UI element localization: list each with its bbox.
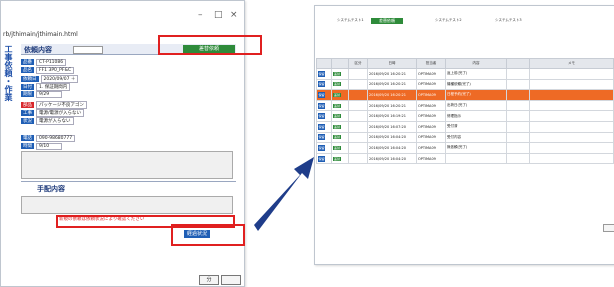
field-row: 日付 1. 保証期間内 <box>21 83 71 91</box>
progress-button[interactable]: 経過状況 <box>184 230 210 238</box>
order-section: 手配内容 <box>21 181 236 193</box>
title-bar: – □ × <box>1 1 244 29</box>
field-row: 依頼日 2020/09/07 ＋ <box>21 75 79 83</box>
table-row[interactable]: 保留 差替 2016/09/20 16:07:20 OPTIMA09 受付済 <box>316 120 614 133</box>
field-row: 品番 CT-P11086 <box>21 59 67 66</box>
field-row: 期限 9/29 <box>21 91 62 98</box>
table-row[interactable]: 保留 差替 2016/09/20 16:20:21 OPTIMA09 出荷日(完了) <box>316 99 614 112</box>
field-row: 部品 パッケージ不良アゴン <box>21 101 87 109</box>
field-row: 品名 FF1 3P0_PF&C <box>21 67 75 74</box>
table-row-selected[interactable]: 保留 差替 2016/09/20 16:20:21 OPTIMA09 日程予約(完了) <box>316 89 614 101</box>
table-row[interactable]: 保留 差替 2016/09/20 16:20:21 OPTIMA09 返上前(完了) <box>316 68 614 80</box>
close-button[interactable]: 分 <box>199 275 219 285</box>
maximize-icon[interactable]: □ <box>214 10 223 20</box>
table-row[interactable]: 保留 差替 2016/09/20 16:20:21 OPTIMA09 機種依頼(完了) <box>316 78 614 91</box>
history-table: 区分 日時 担当者 内容 メモ 保留 差替 2016/09/20 16:20:21 O… <box>316 58 614 165</box>
table-header-row: 区分 日時 担当者 内容 メモ <box>316 58 614 69</box>
field-row: 電話 090-98680777 <box>21 135 76 142</box>
search-input[interactable] <box>73 46 103 54</box>
field-row: 工事 電源/電源が入らない <box>21 109 85 117</box>
note-text: 新規の依頼は依頼状況により確認ください <box>59 217 145 222</box>
detail-window: – □ × rb/jthimain/jthimain.html 工事依頼・作業 … <box>0 0 262 287</box>
highlight-frame-status <box>158 35 262 55</box>
url-text: rb/jthimain/jthimain.html <box>3 31 78 38</box>
minimize-icon[interactable]: – <box>198 10 203 20</box>
table-row[interactable]: 保留 差替 2016/09/20 16:19:21 OPTIMA09 修理指示 <box>316 110 614 122</box>
status-badge: 差替依頼 <box>371 18 403 24</box>
field-row: 時間 9/10 <box>21 143 62 150</box>
memo-area[interactable] <box>21 151 233 179</box>
close-window-button[interactable] <box>221 275 241 285</box>
section-title: 依頼内容 <box>24 46 52 54</box>
header-info: システムテスト1 システムテスト2 システムテスト3 <box>315 8 614 48</box>
close-icon[interactable]: × <box>230 10 238 20</box>
header-field-2: システムテスト2 <box>435 18 462 22</box>
header-field-3: システムテスト3 <box>495 18 522 22</box>
arrow-icon <box>254 157 314 231</box>
history-window: システムテスト1 システムテスト2 システムテスト3 差替依頼 区分 日時 担当… <box>314 5 614 265</box>
table-row[interactable]: 保留 差替 2016/09/20 16:04:20 OPTIMA09 無依頼(完了) <box>316 142 614 154</box>
order-section-title: 手配内容 <box>37 185 65 193</box>
close-button[interactable] <box>603 224 614 232</box>
order-list[interactable] <box>21 196 233 214</box>
side-nav-label: 工事依頼・作業 <box>4 45 13 101</box>
table-row[interactable]: 保留 差替 2016/09/20 16:04:20 OPTIMA09 受付内容 <box>316 131 614 144</box>
field-row: 状況 電源が入らない <box>21 117 74 125</box>
header-field-1: システムテスト1 <box>337 18 364 22</box>
side-nav[interactable]: 工事依頼・作業 <box>1 45 17 125</box>
table-row[interactable]: 保留 差替 2016/09/20 16:04:20 OPTIMA09 <box>316 152 614 165</box>
